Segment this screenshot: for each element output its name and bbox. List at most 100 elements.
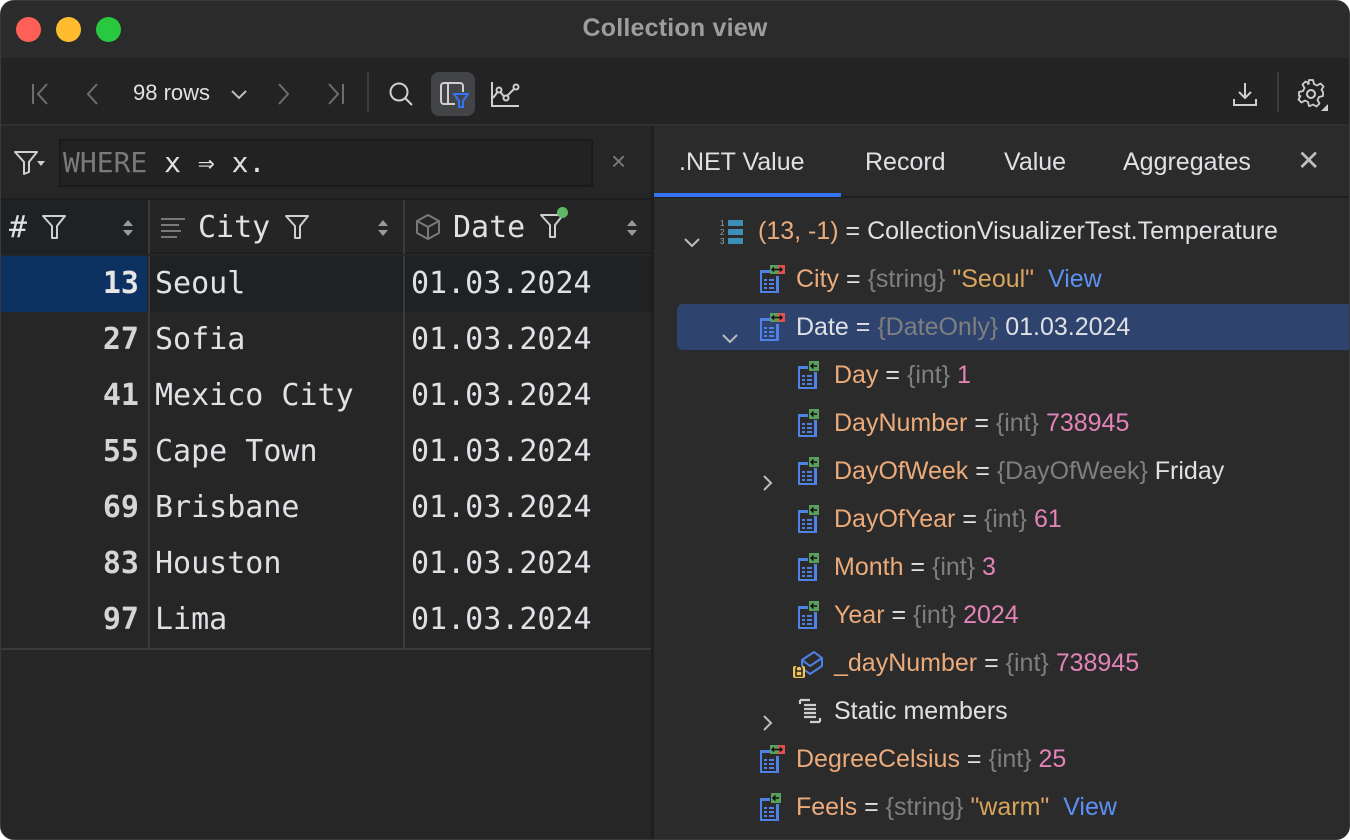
clear-filter-button[interactable]: × (611, 146, 626, 177)
tree-node[interactable]: Date = {DateOnly} 01.03.2024 (677, 304, 1349, 350)
next-page-button[interactable] (261, 72, 305, 116)
active-filter-button[interactable] (539, 207, 569, 242)
tree-node[interactable]: Year = {int} 2024 (654, 592, 1349, 638)
chart-button[interactable] (483, 72, 527, 116)
table-row[interactable]: 27 Sofia 01.03.2024 (1, 312, 652, 368)
collection-grid-panel: WHERE x ⇒ x. × # City Date 13 Seoul 01.0… (1, 126, 652, 839)
column-label: # (9, 209, 28, 245)
tree-node[interactable]: 1 2 3 (13, -1) = CollectionVisualizerTest.T… (654, 208, 1349, 254)
node-type: {int} (995, 409, 1039, 437)
table-row[interactable]: 41 Mexico City 01.03.2024 (1, 368, 652, 424)
column-header-date[interactable]: Date (405, 200, 652, 254)
sort-icon[interactable] (626, 218, 638, 238)
tab-aggregates[interactable]: Aggregates (1123, 148, 1251, 177)
tree-node[interactable]: Static members (654, 688, 1349, 734)
node-name: DayOfYear (834, 505, 956, 533)
node-equals: = (848, 313, 878, 341)
column-label: City (198, 209, 271, 245)
tree-node[interactable]: DegreeCelsius = {int} 25 (654, 736, 1349, 782)
node-name: (13, -1) (758, 217, 839, 245)
table-row[interactable]: 13 Seoul 01.03.2024 (1, 256, 652, 312)
row-index: 83 (102, 546, 139, 581)
grid-bottom-border (1, 648, 652, 650)
column-divider (403, 256, 405, 648)
row-index: 55 (102, 434, 139, 469)
last-page-button[interactable] (313, 72, 357, 116)
svg-text:1: 1 (720, 219, 725, 228)
collection-view-window: Collection view 98 rows WHERE x ⇒ x. × #… (0, 0, 1350, 840)
node-name: Year (834, 601, 885, 629)
tree-node[interactable]: Feels = {string} "warm" View (654, 784, 1349, 830)
table-row[interactable]: 97 Lima 01.03.2024 (1, 592, 652, 648)
settings-button[interactable] (1289, 72, 1333, 116)
tree-node[interactable]: Month = {int} 3 (654, 544, 1349, 590)
sort-icon[interactable] (122, 218, 134, 238)
tree-node[interactable]: DayOfWeek = {DayOfWeek} Friday (654, 448, 1349, 494)
tree-node[interactable]: Day = {int} 1 (654, 352, 1349, 398)
first-page-button[interactable] (19, 72, 63, 116)
tab-value[interactable]: Value (1004, 148, 1066, 177)
tree-node[interactable]: DayNumber = {int} 738945 (654, 400, 1349, 446)
search-button[interactable] (379, 72, 423, 116)
node-value: 01.03.2024 (1005, 313, 1131, 341)
filter-columns-icon (440, 82, 469, 108)
node-text: _dayNumber = {int} 738945 (834, 640, 1139, 686)
settings-icon (1297, 79, 1328, 111)
tab-net-value[interactable]: .NET Value (679, 148, 805, 177)
prev-page-button[interactable] (71, 72, 115, 116)
filter-columns-button[interactable] (431, 72, 475, 116)
download-button[interactable] (1223, 72, 1267, 116)
column-header-city[interactable]: City (150, 200, 403, 254)
column-header-index[interactable]: # (1, 200, 148, 254)
cell-city: Houston (155, 546, 282, 581)
next-page-icon (278, 83, 290, 105)
download-icon (1233, 83, 1257, 106)
tree-node[interactable]: _dayNumber = {int} 738945 (654, 640, 1349, 686)
node-text: City = {string} "Seoul" View (796, 256, 1102, 302)
node-value: "warm" (970, 793, 1050, 821)
node-text: Year = {int} 2024 (834, 592, 1019, 638)
tree-node[interactable]: City = {string} "Seoul" View (654, 256, 1349, 302)
node-name: DayOfWeek (834, 457, 969, 485)
table-row[interactable]: 55 Cape Town 01.03.2024 (1, 424, 652, 480)
filter-options-button[interactable] (13, 149, 47, 182)
node-text: DayOfWeek = {DayOfWeek} Friday (834, 448, 1224, 494)
node-equals: = (977, 649, 1006, 677)
table-row[interactable]: 83 Houston 01.03.2024 (1, 536, 652, 592)
filter-icon[interactable] (41, 213, 67, 241)
filter-expression-input[interactable]: WHERE x ⇒ x. (59, 139, 593, 187)
node-equals: = (878, 361, 907, 389)
tab-record[interactable]: Record (865, 148, 946, 177)
svg-text:3: 3 (720, 237, 725, 246)
row-index: 41 (102, 378, 139, 413)
node-text: Feels = {string} "warm" View (796, 784, 1117, 830)
last-page-icon (328, 83, 344, 105)
rows-count-dropdown[interactable]: 98 rows (133, 80, 210, 106)
node-type: {string} (885, 793, 964, 821)
table-row[interactable]: 69 Brisbane 01.03.2024 (1, 480, 652, 536)
cell-city: Lima (155, 602, 228, 637)
node-type: {int} (906, 361, 951, 389)
node-value: 738945 (1045, 409, 1130, 437)
window-title: Collection view (582, 14, 768, 42)
chart-icon (491, 82, 520, 107)
node-text: Day = {int} 1 (834, 352, 971, 398)
filter-active-dot (557, 207, 569, 218)
readonly-property-icon (758, 792, 788, 838)
cell-date: 01.03.2024 (411, 322, 592, 357)
column-divider (148, 200, 150, 254)
tree-node[interactable]: DayOfYear = {int} 61 (654, 496, 1349, 542)
filter-icon[interactable] (284, 213, 310, 241)
close-details-button[interactable]: ✕ (1297, 144, 1320, 177)
view-link[interactable]: View (1063, 793, 1117, 821)
struct-type-icon (416, 214, 440, 240)
rows-dropdown-button[interactable] (217, 72, 261, 116)
node-name: DegreeCelsius (796, 745, 960, 773)
text-type-icon (161, 218, 185, 238)
node-equals: = (884, 601, 914, 629)
view-link[interactable]: View (1048, 265, 1102, 293)
sort-icon[interactable] (377, 218, 389, 238)
search-icon (389, 82, 413, 106)
cell-city: Sofia (155, 322, 246, 357)
node-name: _dayNumber (834, 649, 978, 677)
